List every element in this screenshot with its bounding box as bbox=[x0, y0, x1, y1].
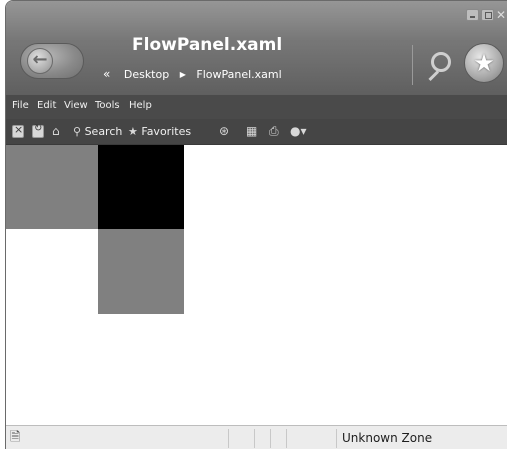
menu-file[interactable]: File bbox=[12, 100, 29, 111]
breadcrumb-overflow-icon[interactable]: « bbox=[103, 67, 110, 81]
maximize-icon[interactable] bbox=[481, 9, 494, 21]
breadcrumb-item-file[interactable]: FlowPanel.xaml bbox=[196, 68, 281, 81]
menu-bar: File Edit View Tools Help bbox=[6, 95, 507, 119]
refresh-icon[interactable] bbox=[32, 123, 44, 138]
search-icon: ⚲ bbox=[73, 125, 82, 138]
search-button[interactable]: ⚲ Search bbox=[73, 124, 122, 140]
security-zone-label: Unknown Zone bbox=[342, 431, 433, 445]
content-area bbox=[6, 145, 507, 423]
breadcrumb-separator-icon: ▶ bbox=[179, 69, 186, 79]
address-divider bbox=[412, 45, 413, 85]
black-panel bbox=[98, 145, 184, 229]
breadcrumb-item-desktop[interactable]: Desktop bbox=[124, 68, 169, 81]
breadcrumb: « Desktop ▶ FlowPanel.xaml bbox=[103, 67, 282, 83]
menu-view[interactable]: View bbox=[64, 100, 88, 111]
search-glass-icon[interactable] bbox=[423, 48, 457, 84]
favorites-button[interactable]: ★ Favorites bbox=[128, 124, 191, 140]
window-controls: ✕ bbox=[464, 9, 506, 23]
status-bar: 🗎 Unknown Zone bbox=[6, 425, 507, 449]
search-label: Search bbox=[84, 125, 123, 138]
back-button[interactable]: ← bbox=[20, 43, 84, 79]
favorites-star-icon: ★ bbox=[128, 125, 138, 138]
menu-help[interactable]: Help bbox=[129, 100, 152, 111]
print-icon[interactable]: ⎙ bbox=[269, 123, 279, 139]
close-icon[interactable]: ✕ bbox=[496, 9, 506, 21]
favorites-label: Favorites bbox=[141, 125, 192, 138]
minimize-icon[interactable] bbox=[466, 9, 479, 21]
stop-icon[interactable] bbox=[12, 123, 24, 138]
back-arrow-icon: ← bbox=[32, 49, 48, 70]
command-bar: ⌂ ⚲ Search ★ Favorites ⊛ ▦ ⎙ ●▾ bbox=[6, 119, 507, 145]
favorites-center-button[interactable]: ★ bbox=[464, 43, 504, 83]
page-status-icon: 🗎 bbox=[10, 430, 21, 445]
menu-edit[interactable]: Edit bbox=[37, 100, 56, 111]
window-title: FlowPanel.xaml bbox=[132, 35, 283, 55]
gray-panel-left bbox=[6, 145, 98, 229]
menu-tools[interactable]: Tools bbox=[95, 100, 120, 111]
history-icon[interactable]: ▦ bbox=[246, 123, 257, 139]
browser-window: ← FlowPanel.xaml « Desktop ▶ FlowPanel.x… bbox=[5, 0, 507, 449]
home-icon[interactable]: ⌂ bbox=[52, 123, 60, 139]
media-icon[interactable]: ⊛ bbox=[219, 123, 229, 139]
title-bar: ← FlowPanel.xaml « Desktop ▶ FlowPanel.x… bbox=[6, 1, 507, 95]
gray-panel-below bbox=[98, 229, 184, 314]
messenger-icon[interactable]: ●▾ bbox=[290, 123, 307, 139]
